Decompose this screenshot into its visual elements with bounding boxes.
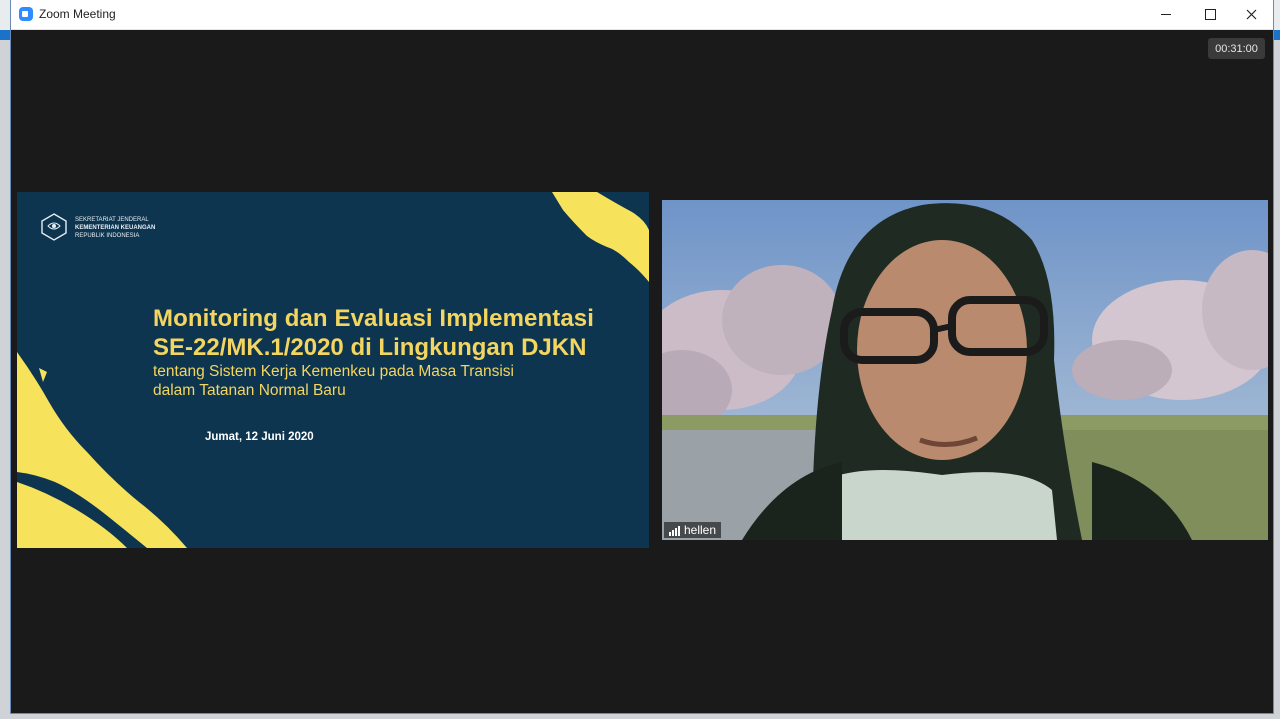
window-title: Zoom Meeting [39,7,116,21]
slide-subtitle-line-1: tentang Sistem Kerja Kemenkeu pada Masa … [153,363,514,380]
slide-date: Jumat, 12 Juni 2020 [205,431,314,443]
slide-subtitle-line-2: dalam Tatanan Normal Baru [153,382,346,399]
maximize-icon [1204,9,1216,20]
zoom-meeting-window: Zoom Meeting 00:31:00 SEKRETARIAT JENDER… [11,0,1273,713]
slide-logo-text: SEKRETARIAT JENDERAL KEMENTERIAN KEUANGA… [75,216,155,240]
zoom-app-icon [19,7,33,21]
participant-video-tile[interactable]: hellen [662,200,1268,540]
desktop-taskbar-edge-right [1272,30,1280,40]
kemenkeu-logo-icon [41,213,67,241]
logo-line-3: REPUBLIK INDONESIA [75,233,140,239]
minimize-button[interactable] [1144,0,1188,29]
title-bar[interactable]: Zoom Meeting [11,0,1273,30]
close-icon [1246,9,1256,20]
maximize-button[interactable] [1188,0,1232,29]
minimize-icon [1161,14,1171,15]
participant-video-image [662,200,1268,540]
participant-name: hellen [684,523,717,537]
signal-bars-icon [669,525,680,536]
slide-title-line-1: Monitoring dan Evaluasi Implementasi [153,305,595,332]
slide-title-line-2: SE-22/MK.1/2020 di Lingkungan DJKN [153,334,587,361]
meeting-timer: 00:31:00 [1208,38,1265,59]
logo-line-1: SEKRETARIAT JENDERAL [75,217,149,223]
close-button[interactable] [1229,0,1273,29]
logo-line-2: KEMENTERIAN KEUANGAN [75,225,156,231]
shared-screen-slide[interactable]: SEKRETARIAT JENDERAL KEMENTERIAN KEUANGA… [17,192,649,548]
participant-name-tag: hellen [664,522,722,538]
